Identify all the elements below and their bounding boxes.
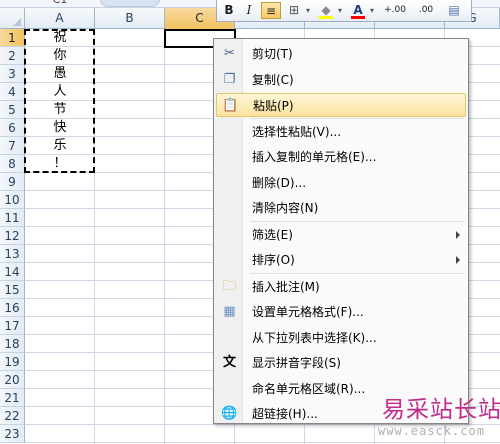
- phonetic-icon: 文: [222, 355, 236, 370]
- decrease-decimal-button[interactable]: .00: [413, 2, 439, 19]
- copy-marquee: [24, 29, 95, 173]
- context-menu: ✂ 剪切(T) ❐ 复制(C) 📋 粘贴(P) 选择性粘贴(V)... 插入复制的单元格(E)…: [213, 38, 469, 424]
- context-menu-item[interactable]: 插入复制的单元格(E)...: [216, 145, 466, 169]
- row-header[interactable]: 1: [0, 29, 25, 47]
- comment-icon: 🗀: [222, 278, 236, 294]
- row-header[interactable]: 23: [0, 425, 25, 443]
- fill-color-dropdown-icon[interactable]: ▾: [336, 2, 344, 19]
- context-menu-item[interactable]: 🗀 插入批注(M): [216, 275, 466, 299]
- scissors-icon: ✂: [224, 46, 235, 61]
- fill-color-swatch: [319, 16, 333, 19]
- context-menu-item-label: 从下拉列表中选择(K)...: [252, 330, 377, 345]
- column-header-a[interactable]: A: [25, 8, 95, 29]
- context-menu-item[interactable]: 筛选(E): [216, 223, 466, 247]
- context-menu-item-label: 粘贴(P): [253, 99, 294, 113]
- column-header-b[interactable]: B: [95, 8, 165, 29]
- row-header[interactable]: 20: [0, 371, 25, 389]
- row-header[interactable]: 16: [0, 299, 25, 317]
- menu-separator: [250, 220, 464, 222]
- context-menu-item-label: 显示拼音字段(S): [252, 356, 341, 370]
- format-cells-icon: ▦: [223, 304, 236, 319]
- context-menu-item[interactable]: 从下拉列表中选择(K)...: [216, 326, 466, 350]
- context-menu-item-label: 命名单元格区域(R)...: [252, 381, 366, 396]
- context-menu-item-label: 设置单元格格式(F)...: [252, 305, 364, 319]
- font-color-swatch: [351, 16, 365, 19]
- paint-bucket-icon: ◆: [321, 3, 331, 17]
- name-box[interactable]: C1: [30, 0, 90, 7]
- context-menu-item-label: 排序(O): [252, 253, 295, 267]
- italic-button[interactable]: I: [241, 2, 257, 19]
- context-menu-item[interactable]: 文 显示拼音字段(S): [216, 351, 466, 375]
- context-menu-item-label: 复制(C): [252, 72, 294, 87]
- row-header[interactable]: 19: [0, 353, 25, 371]
- context-menu-item[interactable]: 排序(O): [216, 248, 466, 272]
- context-menu-item[interactable]: 删除(D)...: [216, 171, 466, 195]
- increase-decimal-button[interactable]: +.00: [381, 2, 409, 19]
- fill-color-button[interactable]: ◆: [317, 2, 335, 19]
- row-header[interactable]: 5: [0, 101, 25, 119]
- context-menu-item-label: 插入批注(M): [252, 279, 320, 294]
- context-menu-item-label: 清除内容(N): [252, 201, 319, 215]
- format-painter-button[interactable]: ▤: [443, 2, 465, 19]
- row-header[interactable]: 22: [0, 407, 25, 425]
- context-menu-item-label: 剪切(T): [252, 47, 293, 61]
- row-header[interactable]: 3: [0, 65, 25, 83]
- row-header[interactable]: 9: [0, 173, 25, 191]
- align-center-button[interactable]: ≡: [261, 2, 281, 19]
- row-header[interactable]: 17: [0, 317, 25, 335]
- menu-separator: [250, 117, 464, 119]
- row-header[interactable]: 15: [0, 281, 25, 299]
- font-color-dropdown-icon[interactable]: ▾: [368, 2, 376, 19]
- row-header[interactable]: 11: [0, 209, 25, 227]
- paste-icon: 📋: [222, 98, 239, 113]
- borders-dropdown-icon[interactable]: ▾: [304, 2, 312, 19]
- font-color-button[interactable]: A: [349, 2, 367, 19]
- hyperlink-icon: 🌐: [221, 406, 238, 421]
- context-menu-item[interactable]: ❐ 复制(C): [216, 68, 466, 92]
- watermark-url: www.easck.com: [378, 424, 485, 438]
- menu-separator: [250, 272, 464, 274]
- context-menu-item[interactable]: 选择性粘贴(V)...: [216, 120, 466, 144]
- select-all-corner[interactable]: [0, 8, 25, 29]
- row-header[interactable]: 12: [0, 227, 25, 245]
- context-menu-item[interactable]: ▦ 设置单元格格式(F)...: [216, 300, 466, 324]
- watermark-text: 易采站长站: [382, 397, 500, 423]
- row-header[interactable]: 8: [0, 155, 25, 173]
- row-header[interactable]: 13: [0, 245, 25, 263]
- context-menu-item[interactable]: ✂ 剪切(T): [216, 42, 466, 66]
- context-menu-item-label: 插入复制的单元格(E)...: [252, 150, 377, 164]
- name-box-dropdown[interactable]: [100, 0, 160, 7]
- row-header[interactable]: 21: [0, 389, 25, 407]
- row-header[interactable]: 6: [0, 119, 25, 137]
- bold-button[interactable]: B: [221, 2, 237, 19]
- context-menu-item-label: 超链接(H)...: [252, 407, 318, 421]
- row-header[interactable]: 10: [0, 191, 25, 209]
- mini-toolbar: B I ≡ ⊞ ▾ ◆ ▾ A ▾ +.00 .00 ▤: [216, 0, 472, 22]
- context-menu-item[interactable]: 清除内容(N): [216, 196, 466, 220]
- context-menu-item-label: 删除(D)...: [252, 175, 307, 190]
- borders-button[interactable]: ⊞: [285, 2, 303, 19]
- row-header[interactable]: 14: [0, 263, 25, 281]
- row-header[interactable]: 4: [0, 83, 25, 101]
- context-menu-item-label: 筛选(E): [252, 227, 293, 242]
- copy-icon: ❐: [223, 71, 236, 87]
- context-menu-item-label: 选择性粘贴(V)...: [252, 124, 342, 139]
- row-header[interactable]: 7: [0, 137, 25, 155]
- submenu-arrow-icon: [456, 256, 460, 264]
- context-menu-item[interactable]: 📋 粘贴(P): [216, 93, 466, 117]
- submenu-arrow-icon: [456, 230, 460, 239]
- row-header[interactable]: 18: [0, 335, 25, 353]
- font-color-letter: A: [353, 3, 363, 17]
- row-header[interactable]: 2: [0, 47, 25, 65]
